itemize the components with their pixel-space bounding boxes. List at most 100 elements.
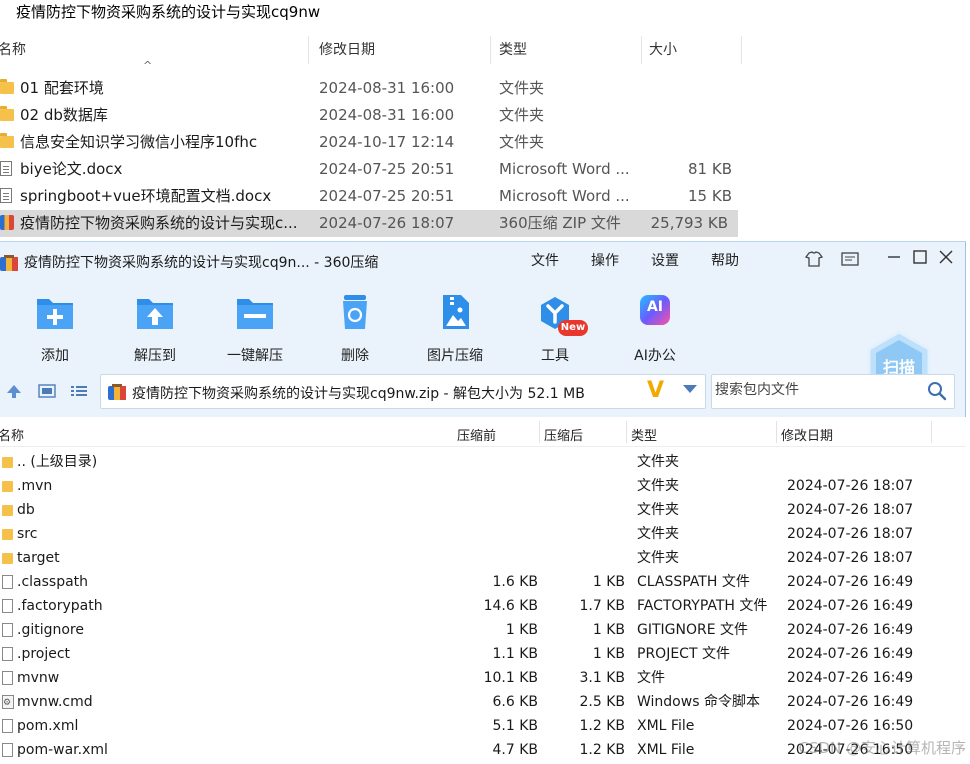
archive-row[interactable]: .classpath 1.6 KB 1 KB CLASSPATH 文件 2024…	[0, 570, 966, 594]
file-date: 2024-07-26 18:07	[319, 214, 455, 232]
menu-operations[interactable]: 操作	[591, 250, 619, 270]
column-divider[interactable]	[626, 421, 627, 443]
column-name[interactable]: 名称	[0, 32, 26, 68]
archive-row[interactable]: mvnw 10.1 KB 3.1 KB 文件 2024-07-26 16:49	[0, 666, 966, 690]
entry-size-before: 1 KB	[505, 622, 538, 638]
file-type: 文件夹	[499, 133, 545, 151]
column-date[interactable]: 修改日期	[319, 32, 375, 68]
entry-name: .. (上级目录)	[17, 454, 98, 470]
entry-name: mvnw	[17, 670, 60, 686]
search-icon[interactable]	[927, 381, 947, 401]
archive-row[interactable]: .. (上级目录) 文件夹	[0, 450, 966, 474]
maximize-icon[interactable]	[909, 249, 931, 271]
column-divider[interactable]	[641, 36, 642, 64]
tools-label: 工具	[541, 348, 569, 364]
column-divider[interactable]	[308, 36, 309, 64]
close-icon[interactable]	[935, 249, 957, 271]
verified-badge-icon[interactable]: V	[647, 379, 664, 403]
column-divider[interactable]	[931, 421, 932, 443]
column-type[interactable]: 类型	[499, 32, 527, 68]
entry-type: 文件	[637, 670, 665, 686]
archive-row[interactable]: .project 1.1 KB 1 KB PROJECT 文件 2024-07-…	[0, 642, 966, 666]
archive-row[interactable]: .mvn 文件夹 2024-07-26 18:07	[0, 474, 966, 498]
menu-settings[interactable]: 设置	[651, 250, 679, 270]
column-modified[interactable]: 修改日期	[781, 425, 833, 444]
file-date: 2024-08-31 16:00	[319, 79, 455, 97]
explorer-file-list: 01 配套环境 2024-08-31 16:00 文件夹 02 db数据库 20…	[0, 75, 742, 237]
archive-row[interactable]: mvnw.cmd 6.6 KB 2.5 KB Windows 命令脚本 2024…	[0, 690, 966, 715]
extract-folder-icon	[135, 293, 175, 331]
file-date: 2024-10-17 12:14	[319, 133, 455, 151]
ai-office-button[interactable]: AI AI办公	[615, 290, 695, 364]
menu-help[interactable]: 帮助	[711, 250, 739, 270]
list-view-icon[interactable]	[70, 383, 87, 399]
extract-to-button[interactable]: 解压到	[115, 290, 195, 364]
file-icon	[2, 647, 14, 661]
file-type: 文件夹	[499, 79, 545, 97]
chevron-down-icon[interactable]	[683, 385, 697, 393]
column-compressed-before[interactable]: 压缩前	[457, 425, 496, 444]
thumbnail-view-icon[interactable]	[38, 383, 56, 399]
entry-size-after: 1.2 KB	[579, 742, 626, 758]
message-icon[interactable]	[839, 249, 861, 271]
entry-type: 文件夹	[637, 526, 679, 542]
file-icon	[2, 743, 14, 757]
up-level-icon[interactable]	[6, 383, 22, 399]
delete-button[interactable]: 删除	[315, 290, 395, 364]
entry-size-after: 1 KB	[592, 574, 625, 590]
archive-row[interactable]: .gitignore 1 KB 1 KB GITIGNORE 文件 2024-0…	[0, 618, 966, 642]
entry-size-before: 4.7 KB	[492, 742, 539, 758]
entry-type: 文件夹	[637, 502, 679, 518]
file-row[interactable]: 信息安全知识学习微信小程序10fhc 2024-10-17 12:14 文件夹	[0, 129, 742, 156]
column-divider[interactable]	[539, 421, 540, 443]
archive-row[interactable]: db 文件夹 2024-07-26 18:07	[0, 498, 966, 522]
entry-name: pom.xml	[17, 718, 79, 734]
column-divider[interactable]	[776, 421, 777, 443]
file-row-selected[interactable]: 疫情防控下物资采购系统的设计与实现c... 2024-07-26 18:07 3…	[0, 210, 738, 237]
folder-icon	[2, 455, 14, 469]
column-type[interactable]: 类型	[631, 425, 657, 444]
one-click-extract-button[interactable]: 一键解压	[215, 290, 295, 364]
entry-name: target	[17, 550, 60, 566]
file-name: biye论文.docx	[20, 160, 123, 178]
add-button[interactable]: 添加	[15, 290, 95, 364]
file-name: 疫情防控下物资采购系统的设计与实现c...	[20, 214, 298, 232]
script-icon	[2, 691, 14, 715]
skin-icon[interactable]	[803, 249, 825, 271]
archive-row[interactable]: target 文件夹 2024-07-26 18:07	[0, 546, 966, 570]
image-compress-button[interactable]: 图片压缩	[415, 290, 495, 364]
explorer-path-title: 疫情防控下物资采购系统的设计与实现cq9nw	[16, 3, 321, 21]
column-divider[interactable]	[741, 36, 742, 64]
file-size: 15 KB	[688, 187, 732, 205]
entry-name: pom-war.xml	[17, 742, 108, 758]
column-divider[interactable]	[490, 36, 491, 64]
file-row[interactable]: 02 db数据库 2024-08-31 16:00 文件夹	[0, 102, 742, 129]
file-date: 2024-07-25 20:51	[319, 187, 455, 205]
entry-type: XML File	[637, 718, 695, 734]
file-row[interactable]: 01 配套环境 2024-08-31 16:00 文件夹	[0, 75, 742, 102]
file-name: 信息安全知识学习微信小程序10fhc	[20, 133, 258, 151]
column-name[interactable]: 名称	[0, 425, 24, 444]
archive-file-list: 名称 压缩前 压缩后 类型 修改日期 .. (上级目录) 文件夹 .mvn 文件…	[0, 417, 966, 764]
column-size[interactable]: 大小	[649, 32, 677, 68]
entry-date: 2024-07-26 18:07	[787, 502, 914, 518]
zip-titlebar[interactable]: 疫情防控下物资采购系统的设计与实现cq9n... - 360压缩 文件 操作 设…	[0, 242, 966, 282]
archive-row[interactable]: .factorypath 14.6 KB 1.7 KB FACTORYPATH …	[0, 594, 966, 618]
archive-path-field[interactable]: 疫情防控下物资采购系统的设计与实现cq9nw.zip - 解包大小为 52.1 …	[100, 374, 706, 409]
menu-file[interactable]: 文件	[531, 250, 559, 270]
file-row[interactable]: springboot+vue环境配置文档.docx 2024-07-25 20:…	[0, 183, 742, 210]
folder-icon	[2, 551, 14, 565]
minimize-icon[interactable]	[883, 249, 905, 271]
archive-row[interactable]: pom.xml 5.1 KB 1.2 KB XML File 2024-07-2…	[0, 714, 966, 738]
entry-type: GITIGNORE 文件	[637, 622, 749, 638]
file-row[interactable]: biye论文.docx 2024-07-25 20:51 Microsoft W…	[0, 156, 742, 183]
image-compress-icon	[435, 293, 475, 331]
entry-name: .mvn	[17, 478, 53, 494]
archive-search-input[interactable]	[715, 382, 915, 398]
folder-icon	[0, 106, 14, 122]
entry-date: 2024-07-26 16:49	[787, 646, 914, 662]
column-compressed-after[interactable]: 压缩后	[544, 425, 583, 444]
entry-type: XML File	[637, 742, 695, 758]
entry-name: db	[17, 502, 35, 518]
archive-row[interactable]: src 文件夹 2024-07-26 18:07	[0, 522, 966, 546]
